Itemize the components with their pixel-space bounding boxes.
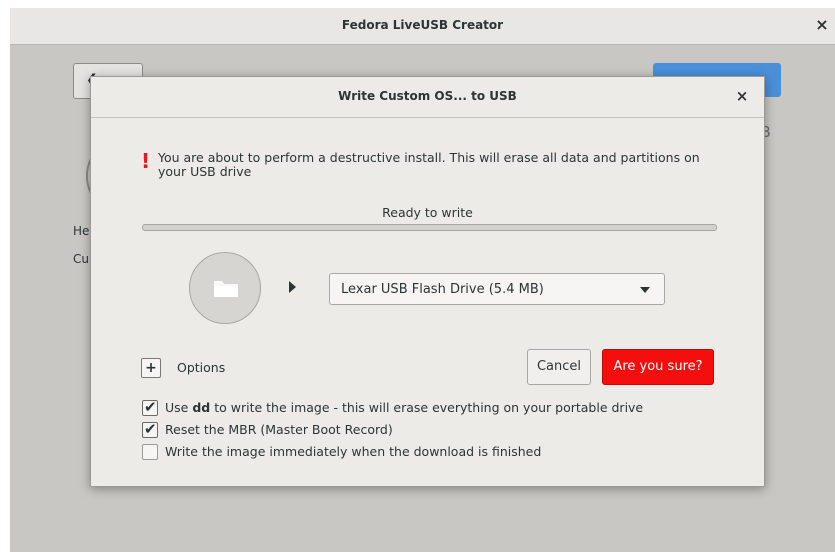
folder-icon bbox=[214, 281, 238, 297]
background-label-he: He bbox=[73, 224, 90, 238]
reset-mbr-checkbox[interactable]: ✔ bbox=[142, 420, 158, 438]
confirm-write-button[interactable]: Are you sure? bbox=[602, 349, 714, 385]
reset-mbr-label: Reset the MBR (Master Boot Record) bbox=[165, 422, 393, 437]
main-titlebar: Fedora LiveUSB Creator × bbox=[10, 8, 835, 45]
write-immediately-checkbox[interactable] bbox=[142, 444, 158, 460]
close-icon[interactable]: × bbox=[813, 16, 831, 34]
check-icon: ✔ bbox=[144, 398, 157, 416]
write-dialog: Write Custom OS... to USB × ! You are ab… bbox=[90, 76, 765, 487]
check-icon: ✔ bbox=[144, 420, 157, 438]
background-label-cu: Cu bbox=[73, 252, 89, 266]
status-text: Ready to write bbox=[382, 205, 473, 220]
use-dd-checkbox[interactable]: ✔ bbox=[142, 398, 158, 416]
cancel-button[interactable]: Cancel bbox=[527, 349, 591, 385]
options-expand-button[interactable]: + bbox=[141, 358, 161, 378]
warning-icon: ! bbox=[141, 149, 151, 173]
options-label: Options bbox=[177, 360, 226, 375]
progress-bar bbox=[142, 224, 717, 231]
use-dd-label: Use dd to write the image - this will er… bbox=[165, 400, 644, 415]
warning-message: You are about to perform a destructive i… bbox=[158, 150, 700, 179]
drive-select-value: Lexar USB Flash Drive (5.4 MB) bbox=[341, 282, 544, 297]
dialog-title: Write Custom OS... to USB bbox=[338, 89, 517, 103]
drive-select-dropdown[interactable]: Lexar USB Flash Drive (5.4 MB) bbox=[329, 273, 665, 305]
dialog-titlebar: Write Custom OS... to USB × bbox=[91, 77, 764, 118]
main-window-title: Fedora LiveUSB Creator bbox=[341, 18, 504, 32]
arrow-right-icon bbox=[289, 281, 296, 293]
write-immediately-label: Write the image immediately when the dow… bbox=[165, 444, 542, 459]
dialog-close-icon[interactable]: × bbox=[734, 88, 750, 104]
chevron-down-icon bbox=[640, 287, 650, 293]
image-select-button[interactable] bbox=[189, 252, 261, 324]
